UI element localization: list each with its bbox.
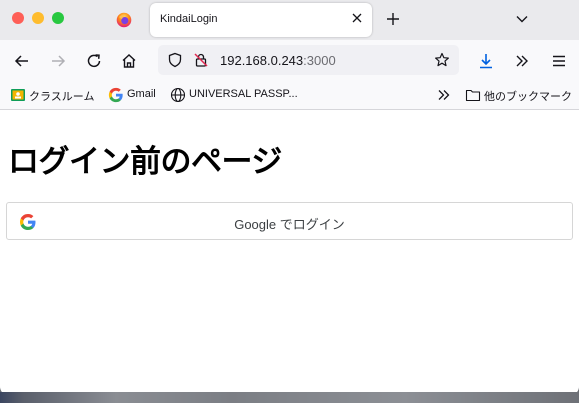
bookmark-label: クラスルーム	[29, 91, 95, 103]
firefox-icon[interactable]	[116, 12, 132, 28]
close-window-button[interactable]	[12, 12, 24, 24]
bookmarks-overflow-icon[interactable]	[437, 88, 451, 102]
chevron-down-icon[interactable]	[515, 12, 529, 26]
navigation-toolbar: 192.168.0.243:3000	[0, 40, 579, 82]
home-icon[interactable]	[120, 52, 138, 70]
back-icon[interactable]	[13, 52, 31, 70]
google-g-icon	[108, 87, 123, 103]
url-bar[interactable]: 192.168.0.243:3000	[158, 45, 459, 75]
download-icon[interactable]	[477, 52, 495, 70]
globe-icon	[170, 87, 186, 103]
desktop-background	[0, 392, 579, 403]
google-login-label: Google でログイン	[234, 217, 345, 232]
zoom-window-button[interactable]	[52, 12, 64, 24]
google-login-button[interactable]: Google でログイン	[6, 202, 573, 240]
close-tab-icon[interactable]	[350, 11, 364, 25]
other-bookmarks[interactable]: 他のブックマーク	[465, 87, 575, 103]
shield-icon[interactable]	[167, 52, 183, 68]
url-text: 192.168.0.243:3000	[220, 53, 336, 68]
bookmark-universal-passport[interactable]: UNIVERSAL PASSP...	[170, 87, 310, 103]
folder-icon	[465, 89, 481, 102]
page-content: ログイン前のページ Google でログイン	[0, 110, 579, 396]
bookmark-label: UNIVERSAL PASSP...	[189, 88, 298, 100]
url-host: 192.168.0.243	[220, 53, 304, 68]
url-port: :3000	[303, 53, 336, 68]
minimize-window-button[interactable]	[32, 12, 44, 24]
new-tab-icon[interactable]	[385, 11, 401, 27]
browser-window: KindaiLogin 192.168.0.243:3000 クラスルーム Gm…	[0, 0, 579, 396]
reload-icon[interactable]	[85, 52, 103, 70]
classroom-icon	[11, 89, 25, 101]
star-bookmark-icon[interactable]	[434, 52, 450, 68]
bookmark-classroom[interactable]: クラスルーム	[10, 87, 100, 103]
forward-icon[interactable]	[49, 52, 67, 70]
hamburger-menu-icon[interactable]	[550, 52, 568, 70]
bookmark-gmail[interactable]: Gmail	[108, 87, 163, 103]
active-tab[interactable]: KindaiLogin	[150, 3, 372, 37]
bookmark-label: Gmail	[127, 88, 156, 100]
page-title: ログイン前のページ	[8, 144, 282, 180]
insecure-lock-icon[interactable]	[193, 52, 209, 68]
tab-strip: KindaiLogin	[0, 0, 579, 40]
overflow-chevron-icon[interactable]	[513, 52, 531, 70]
tab-title: KindaiLogin	[160, 13, 218, 25]
other-bookmarks-label: 他のブックマーク	[484, 91, 572, 103]
bookmarks-toolbar: クラスルーム Gmail UNIVERSAL PASSP... 他のブックマーク	[0, 82, 579, 110]
